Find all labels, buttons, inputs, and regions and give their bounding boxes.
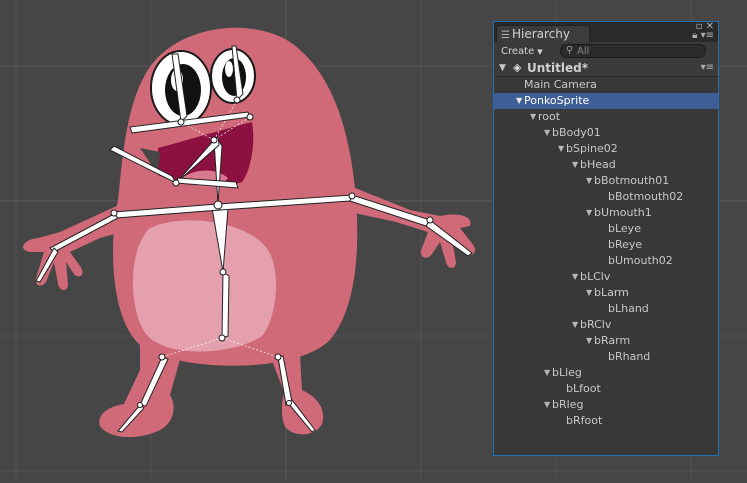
expand-triangle-icon[interactable]: ▼ <box>499 60 506 76</box>
list-icon: ☰ <box>501 30 510 41</box>
hierarchy-item-label: bRleg <box>552 398 584 411</box>
create-dropdown[interactable]: Create ▼ <box>501 44 543 60</box>
hierarchy-item-label: bRarm <box>594 334 631 347</box>
hierarchy-item-label: bLarm <box>594 286 629 299</box>
hierarchy-panel: ☰Hierarchy ▫ ✕ 🔒︎ ▾≡ Create▼ ⚲ ▼ ◈ Untit… <box>493 21 719 456</box>
hierarchy-item-label: bSpine02 <box>566 142 618 155</box>
hierarchy-item[interactable]: ▼ PonkoSprite <box>494 93 718 109</box>
hierarchy-item-label: bRfoot <box>566 414 603 427</box>
hierarchy-item[interactable]: ▼ bSpine02 <box>494 141 718 157</box>
hierarchy-tree: Main Camera ▼ PonkoSprite ▼ root ▼ bBody01 ▼ bSp… <box>494 77 718 429</box>
hierarchy-item[interactable]: ▼ bRClv <box>494 317 718 333</box>
hierarchy-item[interactable]: Main Camera <box>494 77 718 93</box>
hierarchy-item[interactable]: ▼ bUmouth1 <box>494 205 718 221</box>
hierarchy-item[interactable]: bReye <box>494 237 718 253</box>
hierarchy-item[interactable]: bBotmouth02 <box>494 189 718 205</box>
hierarchy-item-label: bHead <box>580 158 616 171</box>
hierarchy-item[interactable]: bRfoot <box>494 413 718 429</box>
lock-icon[interactable]: 🔒︎ <box>692 30 697 41</box>
hierarchy-item[interactable]: ▼ bLClv <box>494 269 718 285</box>
unity-logo-icon: ◈ <box>513 61 522 74</box>
hierarchy-item[interactable]: ▼ bRarm <box>494 333 718 349</box>
hierarchy-item-label: Main Camera <box>524 78 597 91</box>
hierarchy-item[interactable]: ▼ bLarm <box>494 285 718 301</box>
scene-header[interactable]: ▼ ◈ Untitled* ▾≡ <box>494 60 718 77</box>
hierarchy-item-label: bReye <box>608 238 643 251</box>
hierarchy-item[interactable]: bUmouth02 <box>494 253 718 269</box>
hierarchy-item-label: bUmouth02 <box>608 254 673 267</box>
context-menu-icon[interactable]: ▾≡ <box>701 30 714 41</box>
expand-triangle-icon[interactable]: ▼ <box>572 269 578 285</box>
belly-patch <box>132 220 276 352</box>
expand-triangle-icon[interactable]: ▼ <box>558 141 564 157</box>
hierarchy-item-label: bRClv <box>580 318 612 331</box>
hierarchy-item-label: root <box>538 110 561 123</box>
expand-triangle-icon[interactable]: ▼ <box>586 205 592 221</box>
hierarchy-item[interactable]: ▼ bBotmouth01 <box>494 173 718 189</box>
dropdown-arrow-icon: ▼ <box>537 48 543 56</box>
scene-title: Untitled* <box>527 61 588 75</box>
hierarchy-item[interactable]: bLeye <box>494 221 718 237</box>
scene-menu-icon[interactable]: ▾≡ <box>701 60 714 76</box>
window-controls: ▫ ✕ 🔒︎ ▾≡ <box>692 22 714 41</box>
hierarchy-item-label: bLleg <box>552 366 582 379</box>
hierarchy-tabbar: ☰ Hierarchy ▫ ✕ 🔒︎ ▾≡ <box>494 22 718 43</box>
hierarchy-item-label: bLeye <box>608 222 641 235</box>
create-label: Create <box>501 46 535 57</box>
expand-triangle-icon[interactable]: ▼ <box>586 333 592 349</box>
hierarchy-item-label: bLfoot <box>566 382 601 395</box>
hierarchy-item-label: bBody01 <box>552 126 601 139</box>
hierarchy-tab[interactable]: ☰ Hierarchy <box>496 25 590 43</box>
hierarchy-item[interactable]: bRhand <box>494 349 718 365</box>
hierarchy-search[interactable]: ⚲ <box>560 44 706 58</box>
expand-triangle-icon[interactable]: ▼ <box>586 285 592 301</box>
hierarchy-item[interactable]: bLhand <box>494 301 718 317</box>
hierarchy-item[interactable]: ▼ bRleg <box>494 397 718 413</box>
right-arm-shape <box>350 186 476 268</box>
expand-triangle-icon[interactable]: ▼ <box>544 365 550 381</box>
expand-triangle-icon[interactable]: ▼ <box>586 173 592 189</box>
hierarchy-item[interactable]: ▼ bBody01 <box>494 125 718 141</box>
hierarchy-item-label: PonkoSprite <box>524 94 590 107</box>
expand-triangle-icon[interactable]: ▼ <box>572 157 578 173</box>
expand-triangle-icon[interactable]: ▼ <box>516 93 522 109</box>
hierarchy-item[interactable]: ▼ bHead <box>494 157 718 173</box>
search-input[interactable] <box>577 45 697 57</box>
hierarchy-item-label: bLClv <box>580 270 611 283</box>
bone-lower-spine[interactable] <box>221 271 230 339</box>
hierarchy-toolbar: Create ▼ ⚲ <box>494 42 718 62</box>
expand-triangle-icon[interactable]: ▼ <box>544 397 550 413</box>
hierarchy-item[interactable]: ▼ root <box>494 109 718 125</box>
expand-triangle-icon[interactable]: ▼ <box>572 317 578 333</box>
hierarchy-item-label: bUmouth1 <box>594 206 652 219</box>
expand-triangle-icon[interactable]: ▼ <box>544 125 550 141</box>
hierarchy-item-label: bLhand <box>608 302 649 315</box>
hierarchy-item-label: bBotmouth02 <box>608 190 684 203</box>
hierarchy-item-label: bBotmouth01 <box>594 174 670 187</box>
hierarchy-item[interactable]: bLfoot <box>494 381 718 397</box>
hierarchy-tab-label: Hierarchy <box>511 27 570 41</box>
hierarchy-item[interactable]: ▼ bLleg <box>494 365 718 381</box>
magnifier-icon: ⚲ <box>566 45 574 56</box>
hierarchy-item-label: bRhand <box>608 350 651 363</box>
expand-triangle-icon[interactable]: ▼ <box>530 109 536 125</box>
